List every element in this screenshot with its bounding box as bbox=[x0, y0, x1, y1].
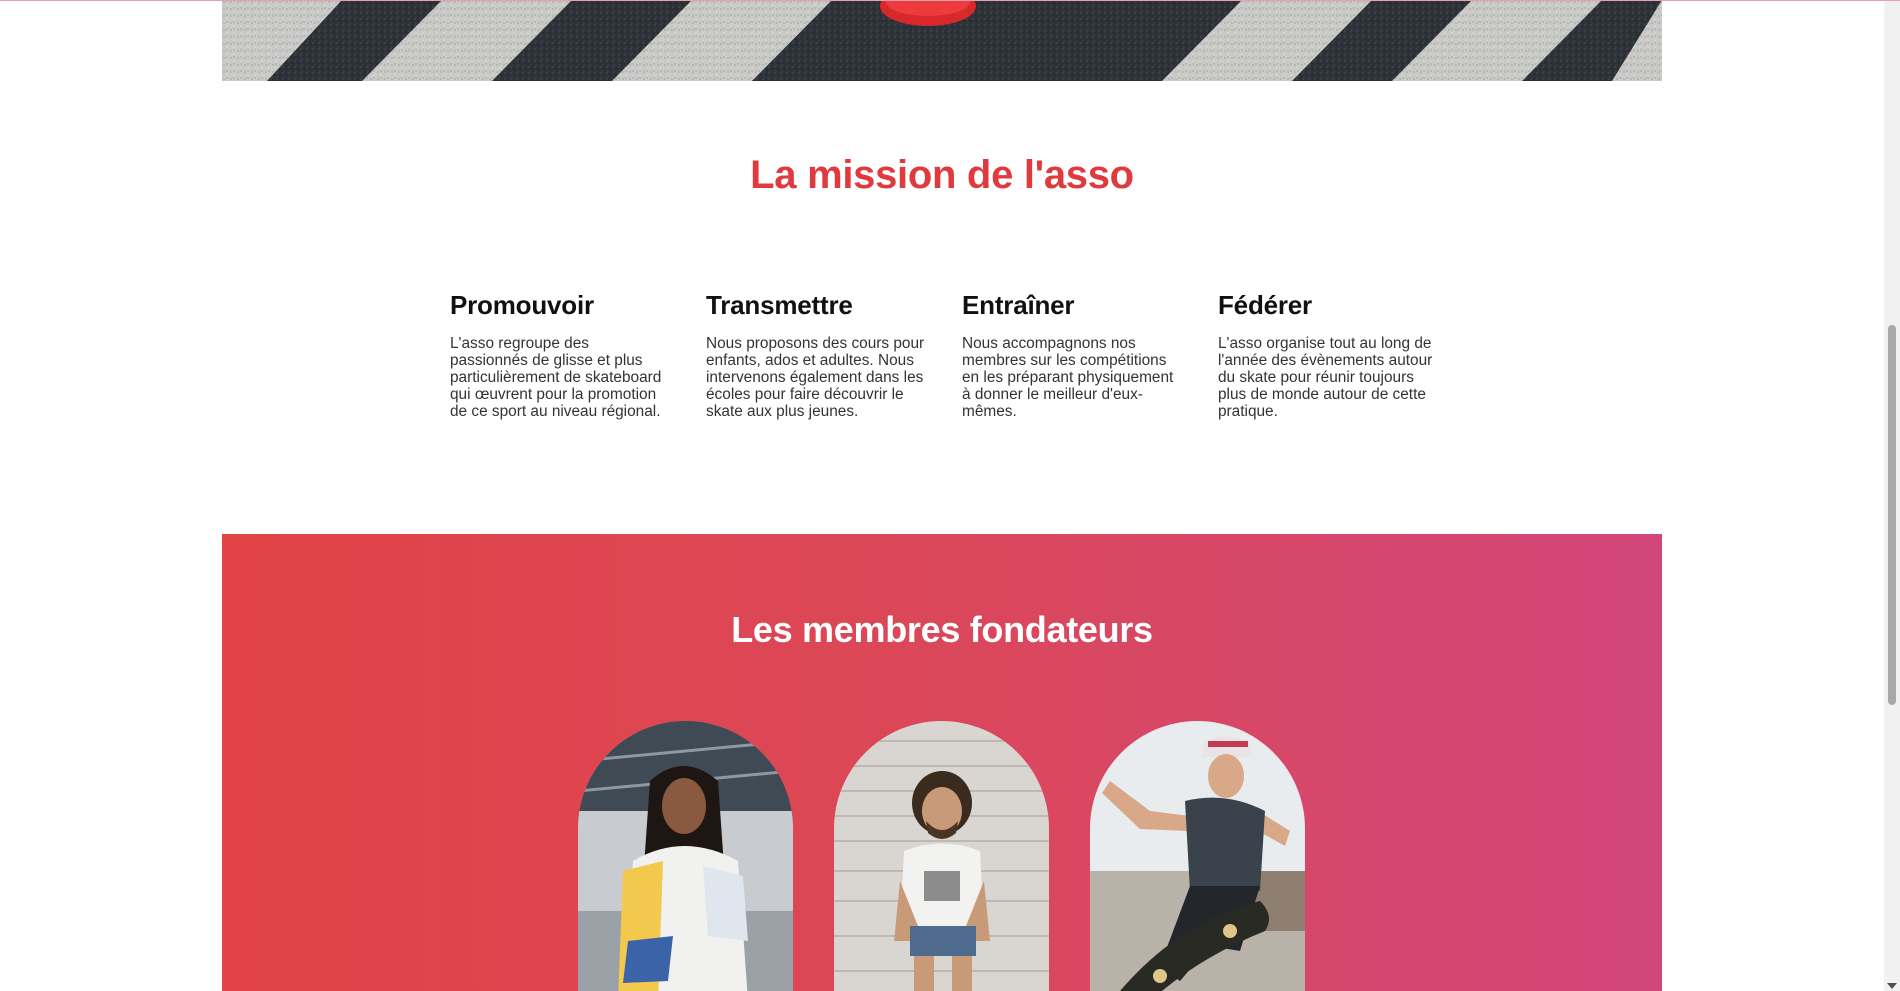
pillar-text: L'asso organise tout au long de l'année … bbox=[1218, 335, 1433, 420]
pillar-entrainer: Entraîner Nous accompagnons nos membres … bbox=[962, 290, 1182, 420]
founder-photo-2 bbox=[834, 721, 1049, 991]
page-scrollbar[interactable] bbox=[1884, 0, 1900, 991]
hero-image bbox=[222, 0, 1662, 81]
pillar-title: Entraîner bbox=[962, 290, 1075, 320]
top-accent-line bbox=[0, 0, 1900, 1]
scrollbar-thumb[interactable] bbox=[1888, 325, 1896, 705]
pillar-text: L'asso regroupe des passionnés de glisse… bbox=[450, 335, 662, 420]
mission-heading: La mission de l'asso bbox=[750, 153, 1134, 197]
pillar-federer: Fédérer L'asso organise tout au long de … bbox=[1218, 290, 1438, 420]
scroll-down-arrow-icon[interactable] bbox=[1887, 983, 1897, 989]
founders-heading: Les membres fondateurs bbox=[731, 609, 1153, 650]
founders-section: Les membres fondateurs bbox=[222, 534, 1662, 991]
pillar-title: Fédérer bbox=[1218, 290, 1312, 320]
mission-pillars: Promouvoir L'asso regroupe des passionné… bbox=[450, 290, 1450, 450]
founder-photo-1 bbox=[578, 721, 793, 991]
pillar-text: Nous proposons des cours pour enfants, a… bbox=[706, 335, 925, 420]
pillar-transmettre: Transmettre Nous proposons des cours pou… bbox=[706, 290, 926, 420]
founder-photo-3 bbox=[1090, 721, 1305, 991]
page-viewport: La mission de l'asso Promouvoir L'asso r… bbox=[0, 0, 1900, 991]
pillar-text: Nous accompagnons nos membres sur les co… bbox=[962, 335, 1174, 420]
pillar-title: Promouvoir bbox=[450, 290, 594, 320]
pillar-promouvoir: Promouvoir L'asso regroupe des passionné… bbox=[450, 290, 670, 420]
pillar-title: Transmettre bbox=[706, 290, 853, 320]
